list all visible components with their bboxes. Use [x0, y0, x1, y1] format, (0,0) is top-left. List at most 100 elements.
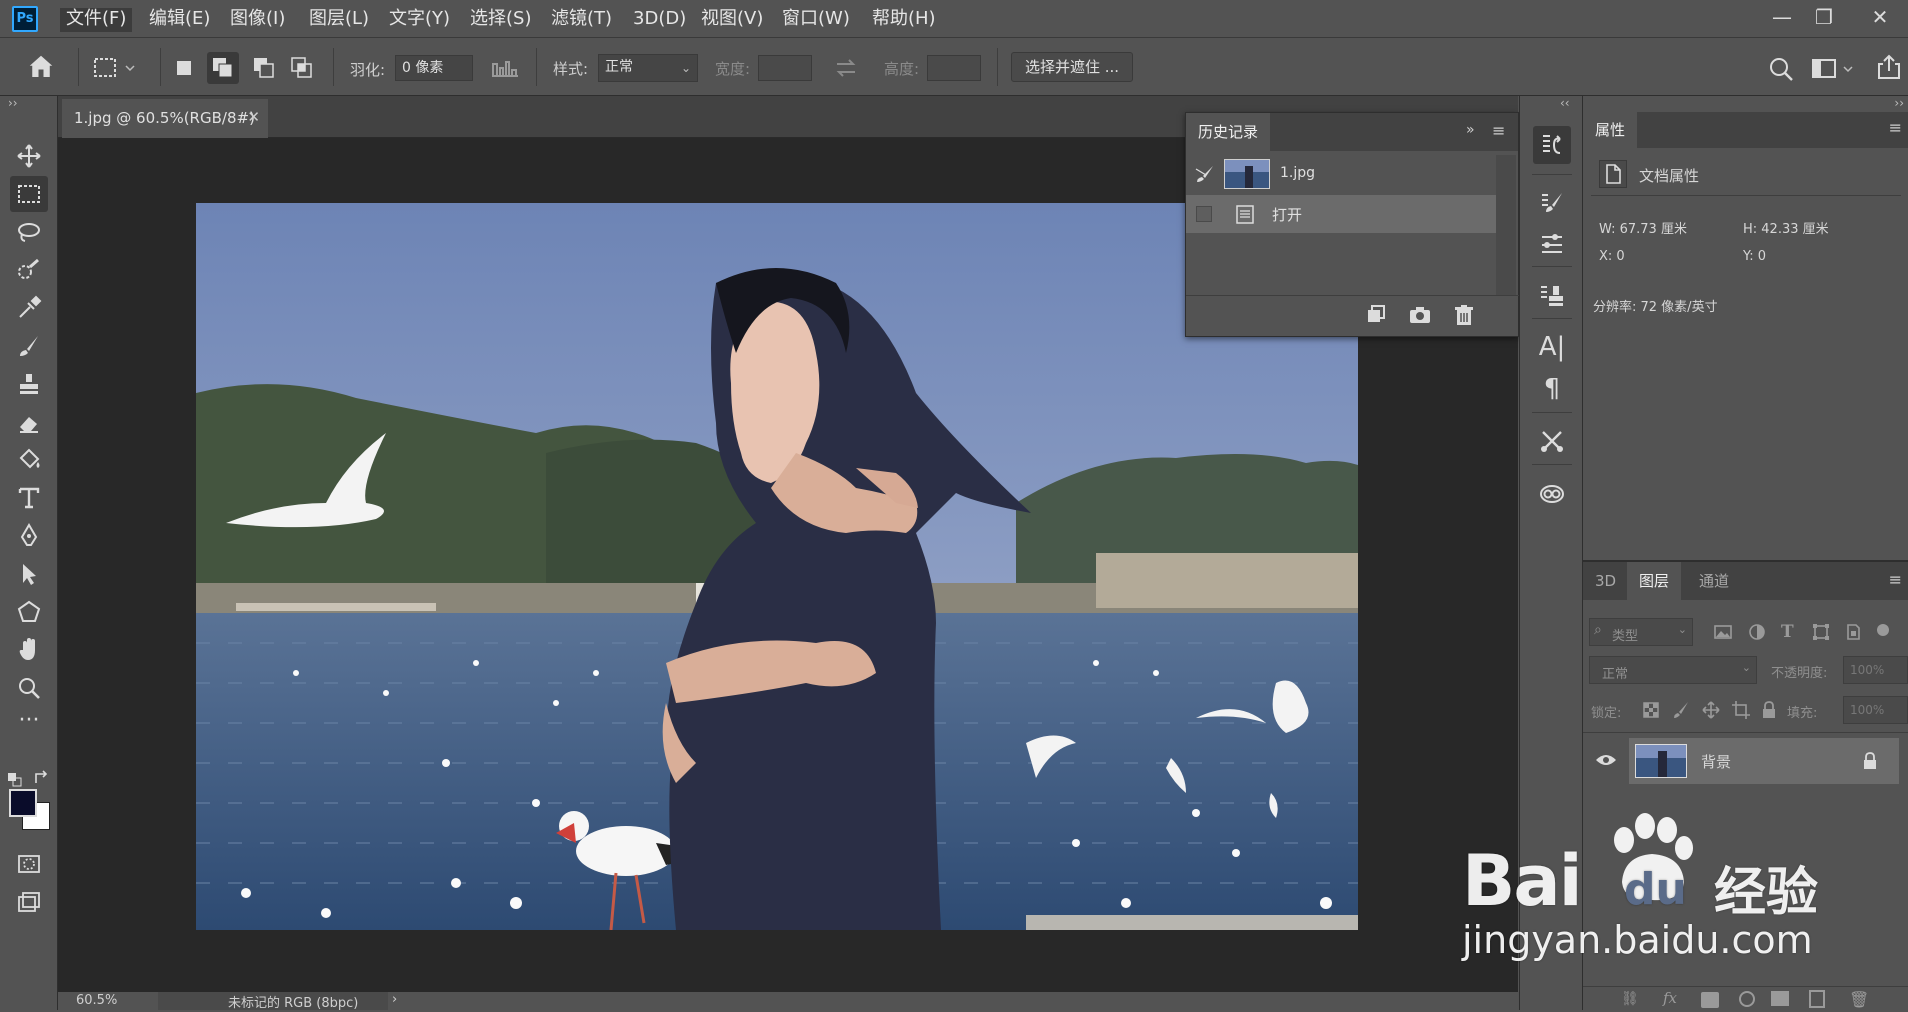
lock-transparent-pixels-icon[interactable]: [1641, 700, 1661, 720]
workspace-icon[interactable]: [1810, 56, 1856, 82]
brush-tool-icon[interactable]: [10, 328, 48, 364]
paragraph-panel-icon[interactable]: ¶: [1533, 370, 1571, 408]
tool-presets-icon[interactable]: [1533, 422, 1571, 460]
history-scrollbar[interactable]: [1496, 155, 1516, 295]
select-and-mask-button[interactable]: 选择并遮住 ...: [1011, 52, 1133, 82]
foreground-color-swatch[interactable]: [9, 789, 37, 817]
menu-help[interactable]: 帮助(H): [866, 8, 942, 32]
lasso-tool-icon[interactable]: [10, 214, 48, 250]
shape-tool-icon[interactable]: [10, 594, 48, 630]
search-icon[interactable]: [1767, 55, 1795, 83]
menu-view[interactable]: 视图(V): [695, 8, 769, 32]
path-selection-tool-icon[interactable]: [10, 556, 48, 592]
panel-menu-icon[interactable]: ≡: [1889, 570, 1902, 589]
eyedropper-tool-icon[interactable]: [10, 290, 48, 326]
lock-artboard-icon[interactable]: [1731, 700, 1751, 720]
layer-style-fx-icon[interactable]: fx: [1663, 989, 1677, 1007]
feather-input[interactable]: 0 像素: [395, 55, 473, 81]
pen-tool-icon[interactable]: [10, 518, 48, 554]
quick-mask-icon[interactable]: [10, 846, 48, 882]
close-tab-icon[interactable]: ✕: [247, 108, 260, 126]
tab-3d[interactable]: 3D: [1583, 562, 1628, 600]
quick-selection-tool-icon[interactable]: [10, 252, 48, 288]
snapshot-camera-icon[interactable]: [1408, 303, 1432, 327]
tab-layers[interactable]: 图层: [1627, 562, 1682, 600]
new-layer-icon[interactable]: [1809, 990, 1825, 1008]
zoom-tool-icon[interactable]: [10, 670, 48, 706]
new-document-from-state-icon[interactable]: [1364, 303, 1388, 327]
restore-icon[interactable]: ❐: [1806, 4, 1842, 32]
add-mask-icon[interactable]: [1701, 992, 1719, 1008]
layer-filter-kind-select[interactable]: ⌕ 类型 ⌄: [1589, 618, 1693, 646]
opacity-input[interactable]: 100%: [1843, 656, 1908, 684]
creative-cloud-libraries-icon[interactable]: [1533, 474, 1571, 512]
lock-position-icon[interactable]: [1701, 700, 1721, 720]
blend-mode-select[interactable]: 正常 ⌄: [1589, 656, 1757, 684]
clone-stamp-tool-icon[interactable]: [10, 366, 48, 402]
menu-window[interactable]: 窗口(W): [776, 8, 856, 32]
menu-3d[interactable]: 3D(D): [627, 8, 692, 32]
new-adjustment-layer-icon[interactable]: [1739, 991, 1755, 1007]
delete-layer-icon[interactable]: 🗑: [1849, 990, 1869, 1009]
filter-pixel-layer-icon[interactable]: [1713, 622, 1733, 642]
new-group-folder-icon[interactable]: [1771, 991, 1789, 1006]
filter-smart-object-icon[interactable]: [1843, 622, 1863, 642]
delete-state-icon[interactable]: [1452, 303, 1476, 327]
move-tool-icon[interactable]: [10, 138, 48, 174]
type-tool-icon[interactable]: [10, 480, 48, 516]
swap-colors-icon[interactable]: [33, 770, 49, 786]
close-icon[interactable]: ✕: [1862, 4, 1898, 32]
fill-input[interactable]: 100%: [1843, 696, 1908, 724]
panel-menu-icon[interactable]: ≡: [1889, 118, 1902, 137]
layer-lock-icon[interactable]: [1861, 751, 1879, 771]
menu-layer[interactable]: 图层(L): [303, 8, 375, 32]
brush-presets-icon[interactable]: [1533, 224, 1571, 262]
rectangular-marquee-tool-icon[interactable]: [10, 176, 48, 212]
default-colors-icon[interactable]: [8, 772, 22, 787]
menu-select[interactable]: 选择(S): [464, 8, 537, 32]
status-menu-chevron-icon[interactable]: ›: [392, 992, 397, 1007]
collapse-strip-icon[interactable]: ‹‹: [1560, 96, 1570, 110]
filter-shape-layer-icon[interactable]: [1811, 622, 1831, 642]
brush-settings-icon[interactable]: [1533, 184, 1571, 222]
menu-filter[interactable]: 滤镜(T): [545, 8, 618, 32]
menu-type[interactable]: 文字(Y): [383, 8, 456, 32]
zoom-readout[interactable]: 60.5%: [76, 993, 117, 1008]
hand-tool-icon[interactable]: [10, 632, 48, 668]
filter-toggle-icon[interactable]: [1877, 624, 1889, 636]
intersect-selection-icon[interactable]: [288, 54, 316, 82]
share-icon[interactable]: [1874, 52, 1904, 82]
subtract-selection-icon[interactable]: [250, 54, 278, 82]
collapse-panel-icon[interactable]: »: [1466, 122, 1475, 138]
lock-image-pixels-icon[interactable]: [1671, 700, 1691, 720]
panel-menu-icon[interactable]: ≡: [1492, 121, 1505, 140]
character-panel-icon[interactable]: A|: [1533, 328, 1571, 366]
collapse-dock-icon[interactable]: ››: [1894, 96, 1904, 110]
lock-all-icon[interactable]: [1759, 700, 1779, 720]
canvas-image[interactable]: [196, 203, 1358, 930]
anti-alias-icon[interactable]: [490, 56, 520, 80]
paint-bucket-tool-icon[interactable]: [10, 442, 48, 478]
new-selection-icon[interactable]: [172, 56, 196, 80]
link-layers-icon[interactable]: ⛓: [1621, 991, 1639, 1007]
history-brush-source-checkbox[interactable]: [1196, 206, 1212, 222]
layer-row-background[interactable]: 背景: [1629, 738, 1899, 784]
document-tab[interactable]: 1.jpg @ 60.5%(RGB/8#) ✕: [62, 99, 268, 138]
marquee-preset-icon[interactable]: [92, 54, 138, 82]
add-selection-icon[interactable]: [207, 52, 239, 84]
history-panel-icon[interactable]: [1533, 126, 1571, 164]
tab-history[interactable]: 历史记录: [1186, 113, 1271, 151]
menu-edit[interactable]: 编辑(E): [143, 8, 216, 32]
tab-properties[interactable]: 属性: [1583, 112, 1638, 148]
layer-visibility-eye-icon[interactable]: [1595, 752, 1617, 768]
minimize-icon[interactable]: —: [1764, 4, 1800, 32]
history-snapshot[interactable]: 1.jpg: [1186, 155, 1496, 193]
more-tools-icon[interactable]: ···: [10, 708, 48, 744]
home-icon[interactable]: [26, 52, 58, 84]
filter-type-layer-icon[interactable]: T: [1781, 622, 1801, 642]
filter-adjustment-layer-icon[interactable]: [1747, 622, 1767, 642]
menu-image[interactable]: 图像(I): [224, 8, 291, 32]
history-step[interactable]: 打开: [1186, 195, 1496, 233]
menu-file[interactable]: 文件(F): [60, 8, 133, 32]
tab-channels[interactable]: 通道: [1687, 562, 1741, 600]
